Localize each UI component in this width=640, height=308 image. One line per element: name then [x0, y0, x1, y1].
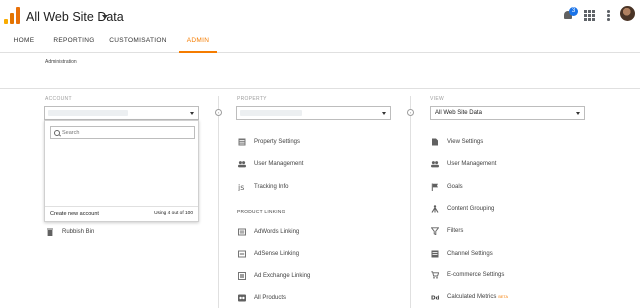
redacted-account-name: [48, 110, 128, 116]
redacted-property-name: [240, 110, 302, 116]
svg-text:Dd: Dd: [431, 295, 439, 301]
trash-icon: [47, 228, 53, 236]
view-dropdown-value: All Web Site Data: [435, 110, 482, 116]
view-column-label: VIEW: [430, 96, 444, 102]
more-options-icon[interactable]: [607, 10, 610, 21]
svg-text:js: js: [238, 183, 244, 191]
beta-badge: BETA: [498, 295, 508, 299]
dropdown-footer: Create new account Using 4 out of 100: [45, 206, 198, 223]
tracking-icon: js: [238, 183, 244, 191]
users-icon: [238, 161, 246, 168]
settings-icon: [238, 138, 246, 146]
flag-icon: [431, 183, 438, 191]
tab-admin[interactable]: ADMIN: [179, 31, 217, 53]
column-divider: [218, 96, 219, 308]
tab-customisation[interactable]: CUSTOMISATION: [107, 31, 169, 51]
calculated-metrics-label: Calculated Metrics: [447, 294, 497, 300]
users-icon: [431, 161, 439, 168]
document-icon: [432, 138, 438, 146]
chevron-down-icon: [576, 112, 580, 115]
account-search-box[interactable]: [50, 126, 195, 139]
account-selector[interactable]: [44, 106, 199, 120]
adsense-icon: [238, 250, 246, 258]
account-search-input[interactable]: [62, 128, 187, 137]
apps-grid-icon[interactable]: [584, 10, 595, 21]
main-nav: HOME REPORTING CUSTOMISATION ADMIN: [0, 31, 640, 53]
all-products-icon: [238, 294, 246, 302]
chevron-down-icon: [382, 112, 386, 115]
chevron-down-icon[interactable]: [102, 15, 108, 19]
adwords-icon: [238, 228, 246, 236]
view-selector[interactable]: All Web Site Data: [26, 10, 124, 24]
product-linking-heading: PRODUCT LINKING: [237, 210, 286, 215]
avatar[interactable]: [620, 6, 635, 21]
chevron-down-icon: [190, 112, 194, 115]
search-icon: [54, 130, 60, 136]
adexchange-icon: [238, 272, 246, 280]
breadcrumb: Administration: [45, 59, 77, 65]
column-divider: [410, 96, 411, 308]
tab-home[interactable]: HOME: [8, 31, 40, 51]
account-usage: Using 4 out of 100: [154, 211, 193, 216]
property-selector[interactable]: [236, 106, 391, 120]
create-account-link[interactable]: Create new account: [50, 211, 99, 217]
tab-reporting[interactable]: REPORTING: [51, 31, 97, 51]
analytics-logo-icon[interactable]: [4, 6, 20, 24]
divider: [0, 88, 640, 89]
account-dropdown: Create new account Using 4 out of 100: [44, 120, 199, 222]
filter-icon: [431, 227, 439, 235]
content-grouping-icon: [431, 205, 439, 213]
channel-icon: [431, 250, 439, 258]
notification-badge: 3: [569, 7, 578, 16]
dd-icon: Dd: [431, 295, 439, 301]
column-arrow-icon: ‹: [215, 109, 222, 116]
account-column-label: ACCOUNT: [45, 96, 72, 102]
view-dropdown[interactable]: All Web Site Data: [430, 106, 585, 120]
property-column-label: PROPERTY: [237, 96, 267, 102]
top-bar: All Web Site Data 3: [0, 0, 640, 31]
cart-icon: [431, 271, 439, 279]
column-arrow-icon: ‹: [407, 109, 414, 116]
